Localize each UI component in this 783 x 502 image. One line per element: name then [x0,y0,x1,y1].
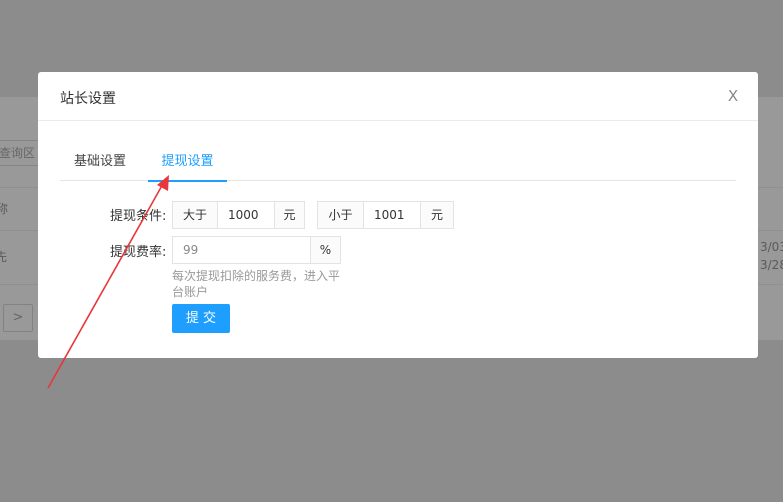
background-table-header: 称 [0,202,9,216]
background-date-cell: 3/03 [760,240,783,254]
background-next-page-button: > [3,304,33,332]
settings-tabs: 基础设置 提现设置 [60,152,736,182]
close-icon[interactable]: X [724,87,742,105]
greater-than-prefix: 大于 [172,201,218,229]
less-than-prefix: 小于 [317,201,364,229]
settings-modal: 站长设置 X 基础设置 提现设置 提现条件: 大于 1000 元 小于 1001… [38,72,758,358]
submit-button[interactable]: 提 交 [172,304,230,333]
tab-basic-settings[interactable]: 基础设置 [73,152,127,181]
modal-header: 站长设置 X [38,72,758,121]
tab-withdraw-settings[interactable]: 提现设置 [148,152,227,182]
withdraw-condition-label: 提现条件: [110,209,167,224]
withdraw-fee-label: 提现费率: [110,245,167,260]
max-amount-input[interactable]: 1001 [363,201,421,229]
less-unit-suffix: 元 [420,201,454,229]
modal-title: 站长设置 [60,91,116,107]
percent-suffix: % [310,236,341,264]
min-amount-input[interactable]: 1000 [217,201,275,229]
fee-rate-input[interactable]: 99 [172,236,311,264]
fee-hint-text: 每次提现扣除的服务费，进入平台账户 [172,269,341,299]
greater-unit-suffix: 元 [274,201,305,229]
background-search-input: 查询区 [0,140,42,166]
background-date-cell: 3/28 [760,258,783,272]
background-table-cell: 先 [0,250,8,264]
